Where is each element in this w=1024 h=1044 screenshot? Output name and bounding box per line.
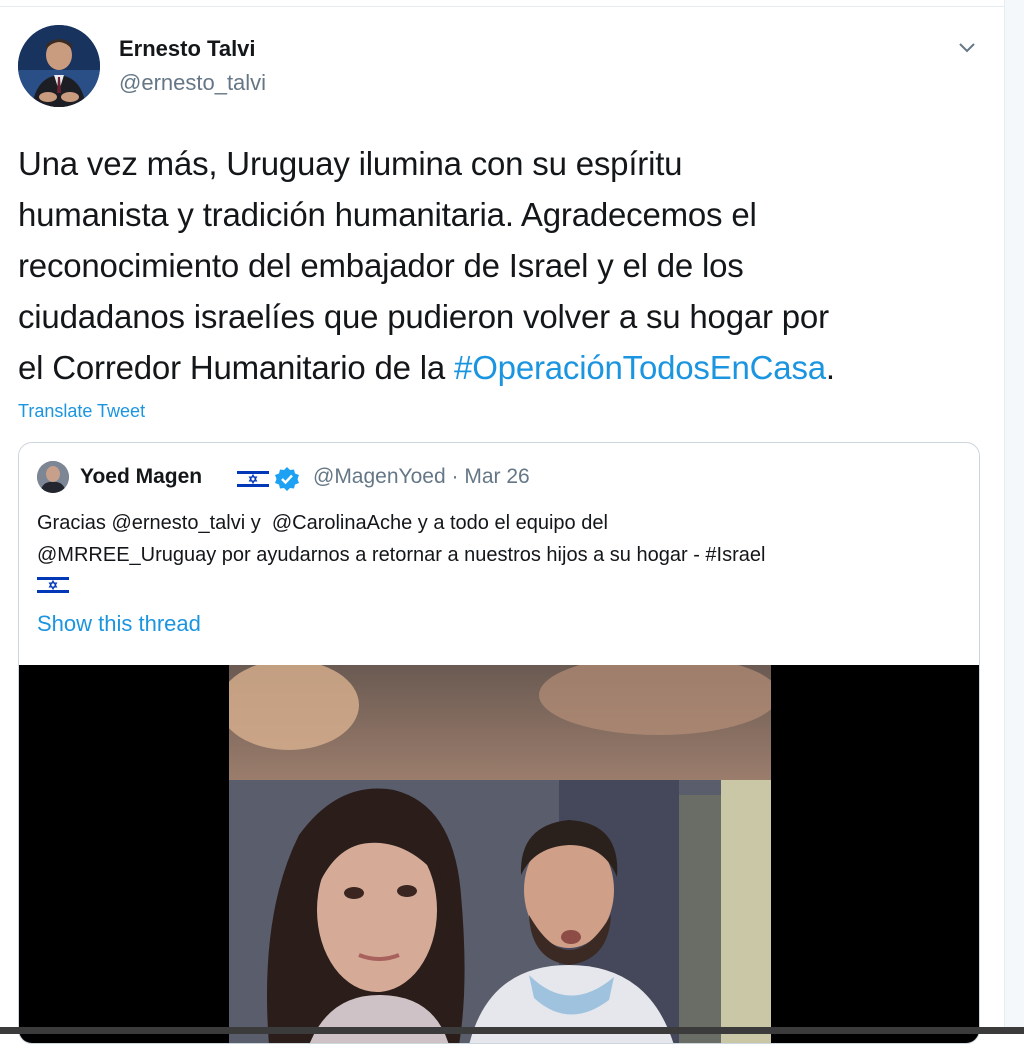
verified-badge-icon	[274, 466, 300, 492]
author-display-name[interactable]: Ernesto Talvi	[119, 36, 256, 62]
tweet-text-line: reconocimiento del embajador de Israel y…	[18, 247, 744, 284]
tweet-text-line: el Corredor Humanitario de la #Operación…	[18, 342, 993, 393]
author-avatar[interactable]	[18, 25, 100, 107]
quoted-tweet-date[interactable]: Mar 26	[464, 465, 529, 488]
bottom-bar	[0, 1027, 1024, 1034]
quoted-tweet-card[interactable]: Yoed Magen @MagenYoed · Mar 26 Gracias @…	[18, 442, 980, 1044]
top-border	[0, 6, 1004, 7]
translate-tweet-link[interactable]: Translate Tweet	[18, 401, 145, 422]
quoted-text-line: Gracias @ernesto_talvi y @CarolinaAche y…	[37, 512, 608, 534]
quoted-author-meta: @MagenYoed · Mar 26	[313, 465, 530, 489]
show-thread-link[interactable]: Show this thread	[37, 611, 201, 637]
tweet-text-line-start: el Corredor Humanitario de la	[18, 349, 455, 386]
tweet-text-line: Una vez más, Uruguay ilumina con su espí…	[18, 145, 683, 182]
tweet-text-line: humanista y tradición humanitaria. Agrad…	[18, 196, 757, 233]
quoted-text-line: @MRREE_Uruguay por ayudarnos a retornar …	[37, 544, 766, 566]
quoted-author-avatar[interactable]	[37, 461, 69, 493]
chevron-down-icon[interactable]	[955, 36, 979, 60]
quoted-tweet-text: Gracias @ernesto_talvi y @CarolinaAche y…	[37, 507, 967, 571]
video-frame[interactable]	[229, 665, 771, 1043]
israel-flag-icon	[37, 575, 69, 595]
tweet-text: Una vez más, Uruguay ilumina con su espí…	[18, 138, 993, 393]
video-player[interactable]	[19, 665, 979, 1043]
quoted-author-display-name[interactable]: Yoed Magen	[80, 465, 202, 489]
author-handle[interactable]: @ernesto_talvi	[119, 70, 266, 96]
scrollbar-track[interactable]	[1004, 0, 1024, 1034]
hashtag-link[interactable]: #OperaciónTodosEnCasa	[454, 349, 826, 386]
tweet-text-end: .	[825, 349, 835, 386]
quoted-author-handle[interactable]: @MagenYoed	[313, 465, 446, 488]
tweet-text-line: ciudadanos israelíes que pudieron volver…	[18, 298, 829, 335]
israel-flag-icon	[237, 469, 269, 489]
meta-separator: ·	[445, 465, 465, 488]
